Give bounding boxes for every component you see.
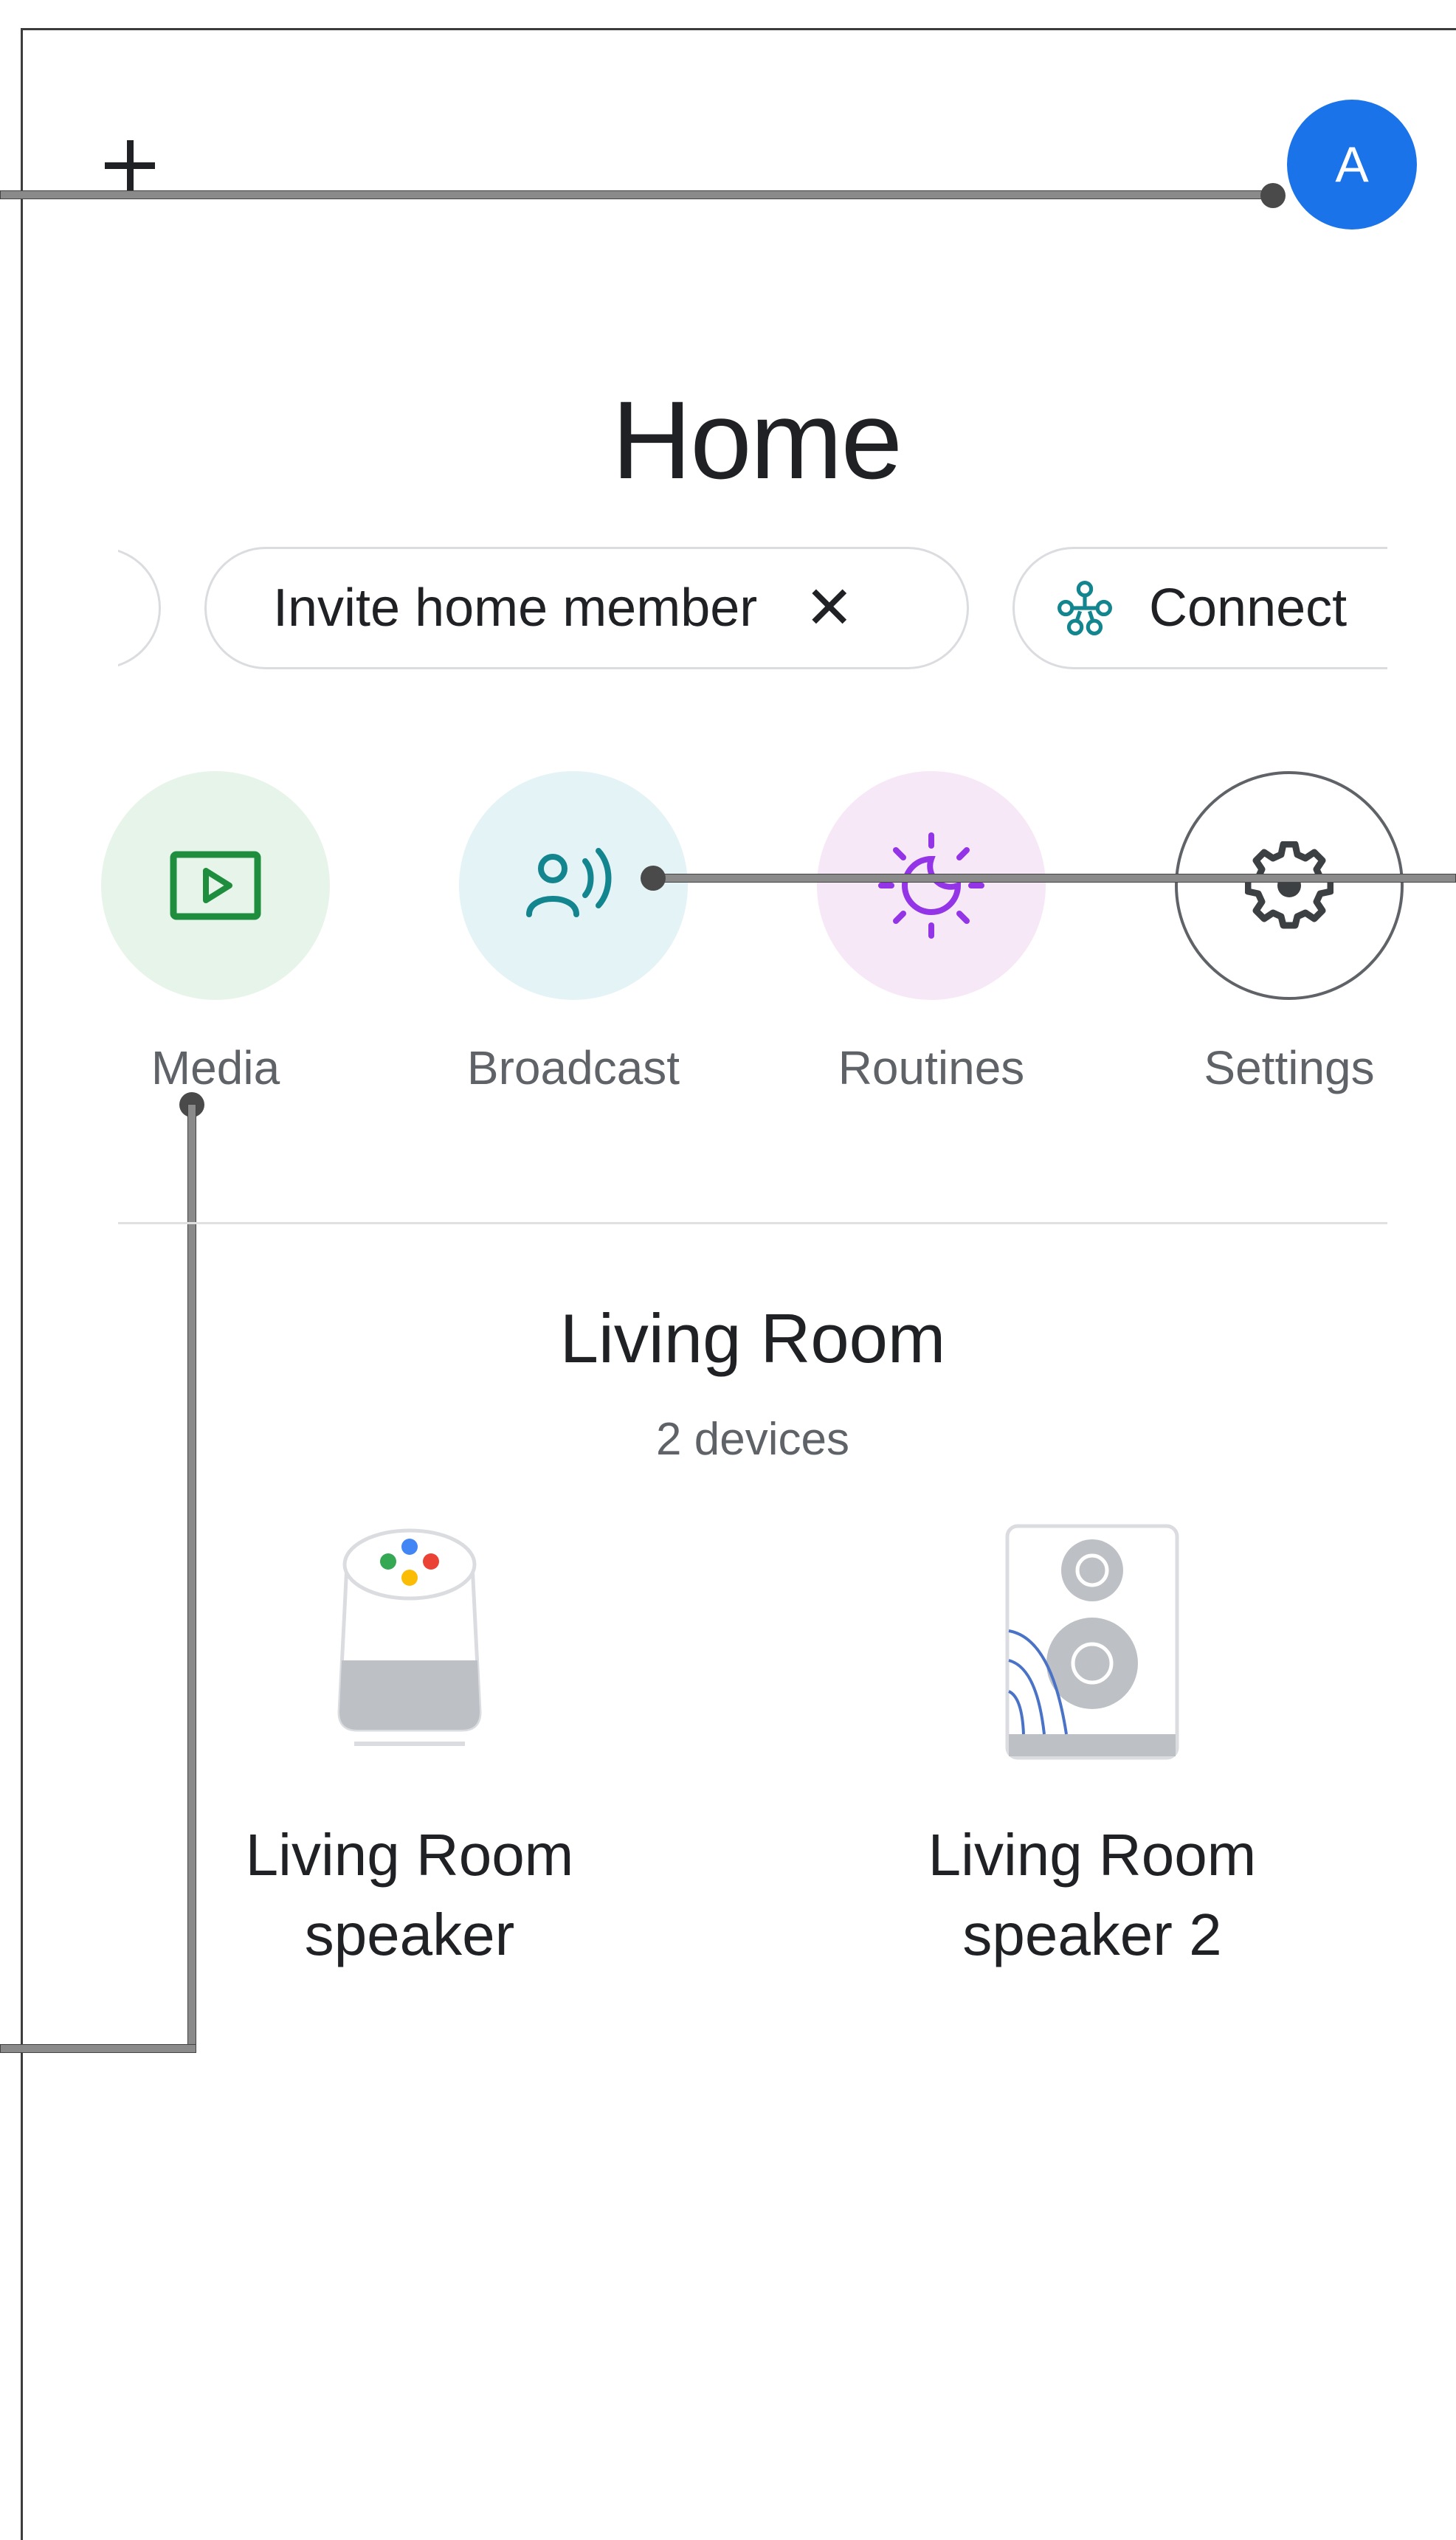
google-home-speaker-icon — [337, 1528, 482, 1746]
routines-sun-moon-icon — [878, 832, 984, 939]
shortcut-routines-circle — [817, 771, 1046, 1000]
chip-invite-label: Invite home member — [273, 579, 758, 638]
device-1-label-line1: Living Room — [245, 1822, 574, 1888]
shortcut-media-circle — [101, 771, 330, 1000]
shortcut-media-label: Media — [151, 1041, 280, 1094]
chip-partial[interactable] — [118, 547, 161, 669]
callout-line-media-horizontal — [0, 2044, 196, 2053]
section-divider — [118, 1222, 1387, 1224]
callout-dot-broadcast — [641, 866, 666, 891]
device-1-label: Living Room speaker — [203, 1815, 616, 1975]
shortcut-settings-label: Settings — [1204, 1041, 1375, 1094]
device-2-label-line1: Living Room — [928, 1822, 1257, 1888]
close-icon[interactable]: ✕ — [804, 579, 854, 638]
media-play-icon — [170, 851, 261, 920]
callout-line-media-vertical — [187, 1104, 196, 2053]
device-living-room-speaker[interactable]: Living Room speaker — [203, 1520, 616, 1975]
callout-line-broadcast — [652, 874, 1456, 883]
shortcut-settings-circle — [1175, 771, 1404, 1000]
shortcut-media[interactable]: Media — [101, 771, 330, 1094]
plus-icon-vertical — [127, 140, 134, 190]
speaker-cabinet-icon — [1005, 1524, 1179, 1760]
shortcut-settings[interactable]: Settings — [1175, 771, 1404, 1094]
broadcast-icon — [526, 848, 612, 917]
shortcut-routines-label: Routines — [838, 1041, 1025, 1094]
device-2-label-line2: speaker 2 — [962, 1902, 1222, 1967]
room-device-count: 2 devices — [656, 1414, 849, 1465]
room-title[interactable]: Living Room — [0, 1299, 1456, 1378]
hub-network-icon — [1058, 581, 1112, 635]
shortcut-broadcast-label: Broadcast — [466, 1041, 680, 1094]
device-living-room-speaker-2[interactable]: Living Room speaker 2 — [886, 1520, 1299, 1975]
chip-invite-home-member[interactable]: Invite home member ✕ — [204, 547, 969, 669]
chip-connect-label: Connect — [1149, 579, 1348, 638]
callout-line-avatar — [0, 190, 1281, 199]
avatar-letter: A — [1335, 137, 1369, 193]
callout-dot-avatar — [1260, 183, 1286, 208]
frame-border-top — [21, 28, 1456, 30]
suggestion-chips: Invite home member ✕ Connect — [118, 542, 1387, 675]
page-title: Home — [611, 378, 903, 502]
account-avatar[interactable]: A — [1287, 100, 1417, 230]
chip-connect[interactable]: Connect — [1012, 547, 1387, 669]
device-2-label: Living Room speaker 2 — [886, 1815, 1299, 1975]
device-1-label-line2: speaker — [304, 1902, 515, 1967]
shortcut-routines[interactable]: Routines — [817, 771, 1046, 1094]
gear-icon — [1245, 841, 1333, 929]
